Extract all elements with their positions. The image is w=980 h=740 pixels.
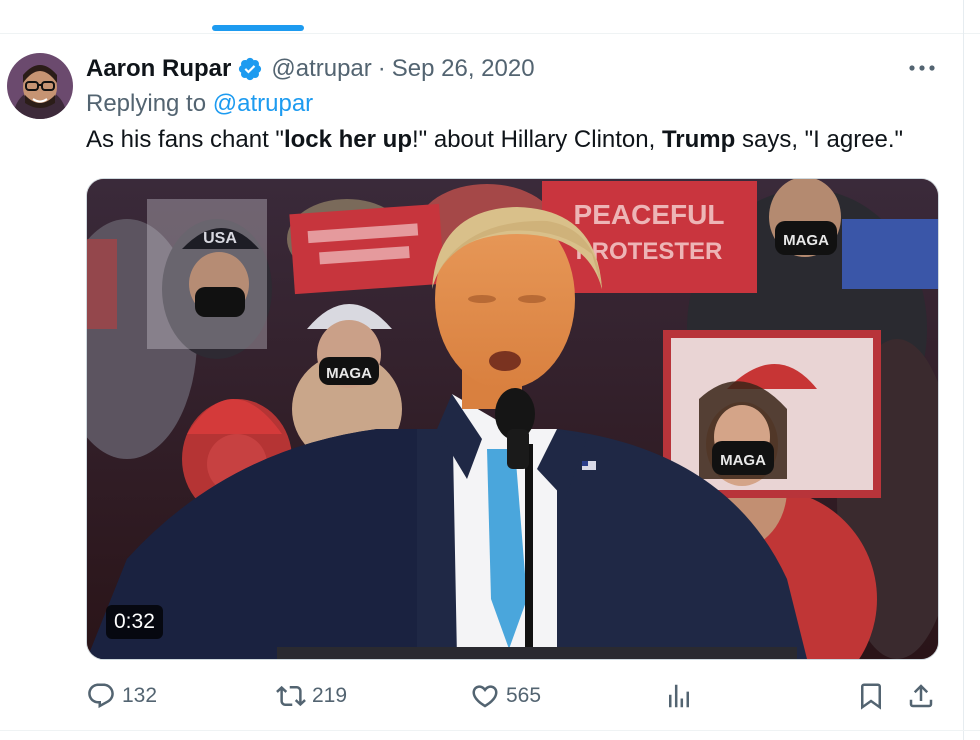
column-border [963,0,964,740]
tweet-text-part: !" about Hillary Clinton, [411,126,662,153]
display-name[interactable]: Aaron Rupar [86,55,231,83]
like-icon [472,685,498,708]
bookmark-button[interactable] [856,678,886,714]
mask-text: MAGA [783,232,829,249]
views-button[interactable] [664,678,694,714]
repost-count: 219 [312,684,348,707]
repost-button[interactable]: 219 [276,678,347,714]
like-button[interactable]: 565 [470,678,541,714]
more-icon[interactable] [906,58,938,78]
verified-badge-icon [237,56,263,82]
mask-text: MAGA [720,452,766,469]
mask-text: MAGA [326,365,372,382]
tweet-text-bold: Trump [661,126,736,153]
tweet-text-bold: lock her up [283,126,412,153]
reply-button[interactable]: 132 [86,678,157,714]
handle[interactable]: @atrupar [271,55,371,83]
tweet-date[interactable]: Sep 26, 2020 [392,55,535,83]
share-button[interactable] [906,678,936,714]
like-count: 565 [506,684,542,707]
reply-icon [88,683,114,709]
separator-dot: · [377,55,386,82]
reply-count: 132 [122,684,158,707]
views-icon [669,684,689,708]
avatar[interactable] [7,53,73,119]
replying-prefix: Replying to [86,90,207,117]
top-tab-bar [0,0,980,33]
sign-text: PROTESTER [576,238,723,265]
tweet-text: As his fans chant "lock her up!" about H… [86,126,903,154]
bottom-divider [0,730,980,731]
top-divider [0,33,980,34]
active-tab-indicator [212,25,304,31]
tweet-header: Aaron Rupar @atrupar · Sep 26, 2020 [86,52,535,86]
repost-icon [276,685,306,707]
share-icon [909,684,933,708]
video-frame: PEACEFUL PROTESTER USA MAGA MAGA MAGA [87,179,938,659]
video-duration: 0:32 [106,605,163,639]
tweet-text-part: As his fans chant " [86,126,284,153]
replying-to: Replying to @atrupar [86,90,313,118]
sign-text: PEACEFUL [574,199,725,230]
tweet-text-part: says, "I agree." [735,126,904,153]
replying-handle-link[interactable]: @atrupar [213,90,313,117]
video-player[interactable]: PEACEFUL PROTESTER USA MAGA MAGA MAGA [86,178,939,660]
bookmark-icon [861,683,881,710]
cap-text: USA [203,230,237,247]
